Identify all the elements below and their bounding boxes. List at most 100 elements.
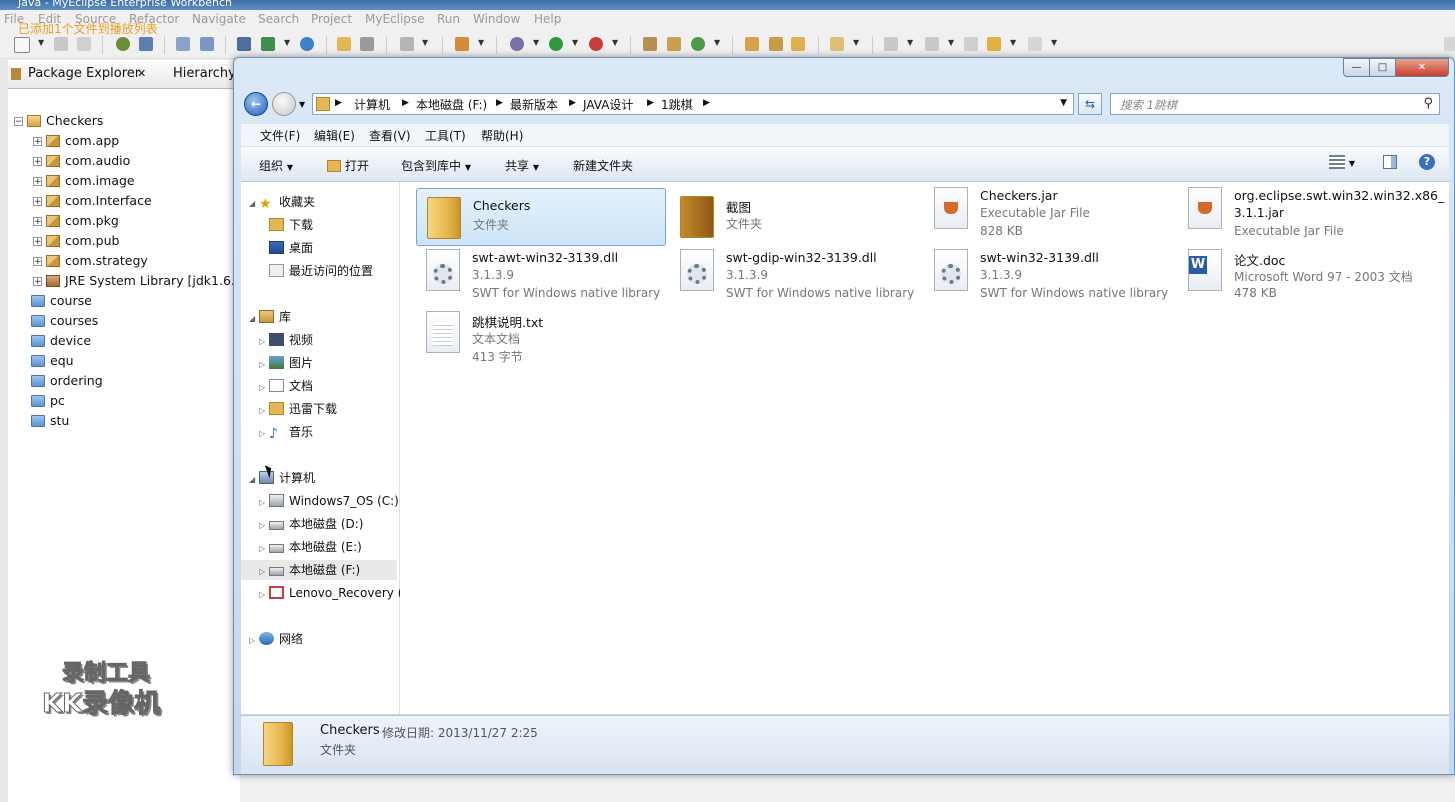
nav-drive-e[interactable]: ▷ 本地磁盘 (E:) [259, 537, 362, 557]
maximize-button[interactable]: □ [1369, 58, 1396, 77]
tree-package[interactable]: + com.pub [33, 231, 119, 251]
nav-drive-f[interactable]: ▷ 本地磁盘 (F:) [241, 560, 397, 580]
breadcrumb-separator-icon[interactable]: ▶ [647, 98, 654, 108]
folder-icon[interactable] [830, 37, 844, 51]
breadcrumb-separator-icon[interactable]: ▶ [335, 98, 342, 108]
tree-package[interactable]: + com.audio [33, 151, 130, 171]
chevron-down-icon[interactable]: ▼ [38, 38, 44, 47]
preview-pane-icon[interactable] [1383, 155, 1397, 172]
address-bar[interactable]: ▶ 计算机 ▶ 本地磁盘 (F:) ▶ 最新版本 ▶ JAVA设计 ▶ 1跳棋 … [312, 93, 1074, 115]
close-icon[interactable]: ✕ [137, 67, 146, 80]
collapsed-arrow-icon[interactable]: ▷ [259, 355, 269, 375]
menu-navigate[interactable]: Navigate [192, 12, 246, 26]
chevron-down-icon[interactable]: ▼ [714, 38, 720, 47]
breadcrumb-separator-icon[interactable]: ▶ [569, 98, 576, 108]
menu-window[interactable]: Window [473, 12, 520, 26]
expand-icon[interactable]: + [33, 237, 42, 247]
nav-favorites[interactable]: ◢ ★ 收藏夹 [249, 192, 315, 212]
tab-hierarchy[interactable]: Hierarchy [173, 66, 236, 81]
recent-pages-chevron-icon[interactable]: ▼ [299, 100, 305, 109]
tree-project[interactable]: equ [31, 351, 74, 371]
open-button[interactable]: 打开 [327, 157, 369, 174]
globe-icon[interactable] [300, 37, 314, 51]
chevron-down-icon[interactable]: ▼ [853, 38, 859, 47]
collapsed-arrow-icon[interactable]: ▷ [259, 378, 269, 398]
tree-package[interactable]: + com.app [33, 131, 119, 151]
file-item[interactable]: swt-win32-3139.dll 3.1.3.9 SWT for Windo… [924, 241, 1174, 300]
chevron-down-icon[interactable]: ▼ [1010, 38, 1016, 47]
file-item[interactable]: 截图 文件夹 [670, 188, 920, 246]
breadcrumb-item[interactable]: 1跳棋 [661, 96, 693, 113]
nav-libraries[interactable]: ◢ 库 [249, 307, 291, 327]
chevron-down-icon[interactable]: ▼ [284, 38, 290, 47]
breadcrumb-item[interactable]: 本地磁盘 (F:) [416, 96, 487, 113]
breadcrumb-separator-icon[interactable]: ▶ [496, 98, 503, 108]
nav-drive-c[interactable]: ▷ Windows7_OS (C:) [259, 491, 399, 511]
camera-icon[interactable] [400, 37, 414, 51]
back-button[interactable]: ← [244, 92, 268, 116]
collapsed-arrow-icon[interactable]: ▷ [259, 332, 269, 352]
collapsed-arrow-icon[interactable]: ▷ [259, 539, 269, 559]
nav-thunder-downloads[interactable]: ▷ 迅雷下载 [259, 399, 337, 419]
address-dropdown-icon[interactable]: ▼ [1060, 98, 1067, 108]
expand-icon[interactable]: + [33, 137, 42, 147]
nav-network[interactable]: ▷ 网络 [249, 629, 303, 649]
close-button[interactable]: ✕ [1395, 58, 1449, 77]
chevron-down-icon[interactable]: ▼ [572, 38, 578, 47]
menu-edit[interactable]: 编辑(E) [314, 127, 355, 144]
expand-icon[interactable]: + [33, 217, 42, 227]
chevron-down-icon[interactable]: ▼ [1051, 38, 1057, 47]
collapsed-arrow-icon[interactable]: ▷ [259, 562, 269, 582]
tree-package[interactable]: + com.Interface [33, 191, 152, 211]
breadcrumb-separator-icon[interactable]: ▶ [402, 98, 409, 108]
chevron-down-icon[interactable]: ▼ [422, 38, 428, 47]
chevron-down-icon[interactable]: ▼ [478, 38, 484, 47]
tab-package-explorer[interactable]: Package Explorer [28, 66, 140, 81]
breadcrumb-item[interactable]: 计算机 [354, 96, 390, 113]
menu-myeclipse[interactable]: MyEclipse [365, 12, 425, 26]
new-java-icon[interactable] [455, 37, 469, 51]
nav-lenovo-recovery[interactable]: ▷ Lenovo_Recovery ( [259, 583, 402, 603]
chevron-down-icon[interactable]: ▼ [533, 38, 539, 47]
nav-computer[interactable]: ◢ 计算机 [249, 468, 315, 488]
tree-project[interactable]: ordering [31, 371, 103, 391]
view-options-icon[interactable]: ▼ [1329, 155, 1355, 169]
chevron-down-icon[interactable]: ▼ [612, 38, 618, 47]
tree-project[interactable]: courses [31, 311, 98, 331]
save-icon[interactable] [54, 37, 68, 51]
menu-help[interactable]: Help [534, 12, 561, 26]
share-button[interactable]: 共享 ▼ [505, 157, 539, 174]
expand-arrow-icon[interactable]: ◢ [249, 309, 259, 329]
nav-recent-places[interactable]: 最近访问的位置 [269, 261, 373, 281]
debug-icon[interactable] [116, 37, 130, 51]
tree-package[interactable]: + com.pkg [33, 211, 119, 231]
collapsed-arrow-icon[interactable]: ▷ [259, 516, 269, 536]
chevron-down-icon[interactable]: ▼ [907, 38, 913, 47]
back-arrow-icon[interactable] [987, 37, 1001, 51]
search-folder-icon[interactable] [791, 37, 805, 51]
breadcrumb-item[interactable]: 最新版本 [510, 96, 558, 113]
expand-arrow-icon[interactable]: ◢ [249, 470, 259, 490]
annotation-icon[interactable] [884, 37, 898, 51]
perspective-icon[interactable] [1444, 37, 1455, 51]
menu-file[interactable]: 文件(F) [260, 127, 300, 144]
chevron-down-icon[interactable]: ▼ [948, 38, 954, 47]
collapsed-arrow-icon[interactable]: ▷ [259, 401, 269, 421]
nav-pictures[interactable]: ▷ 图片 [259, 353, 313, 373]
menu-project[interactable]: Project [311, 12, 352, 26]
tree-project[interactable]: course [31, 291, 92, 311]
bug-icon[interactable] [510, 37, 524, 51]
last-edit-icon[interactable] [964, 37, 978, 51]
pen-icon[interactable] [769, 37, 783, 51]
file-item[interactable]: Checkers.jar Executable Jar File 828 KB [924, 179, 1174, 238]
refresh-icon[interactable] [691, 37, 705, 51]
tree-package[interactable]: + com.strategy [33, 251, 148, 271]
file-item[interactable]: W 论文.doc Microsoft Word 97 - 2003 文档 478… [1178, 241, 1448, 300]
collapsed-arrow-icon[interactable]: ▷ [249, 631, 259, 651]
run-server-icon[interactable] [261, 37, 275, 51]
file-item[interactable]: org.eclipse.swt.win32.win32.x86_ 3.1.1.j… [1178, 179, 1448, 238]
nav-downloads[interactable]: 下载 [269, 215, 313, 235]
expand-icon[interactable]: + [33, 157, 42, 167]
tree-project[interactable]: stu [31, 411, 69, 431]
nav-drive-d[interactable]: ▷ 本地磁盘 (D:) [259, 514, 363, 534]
